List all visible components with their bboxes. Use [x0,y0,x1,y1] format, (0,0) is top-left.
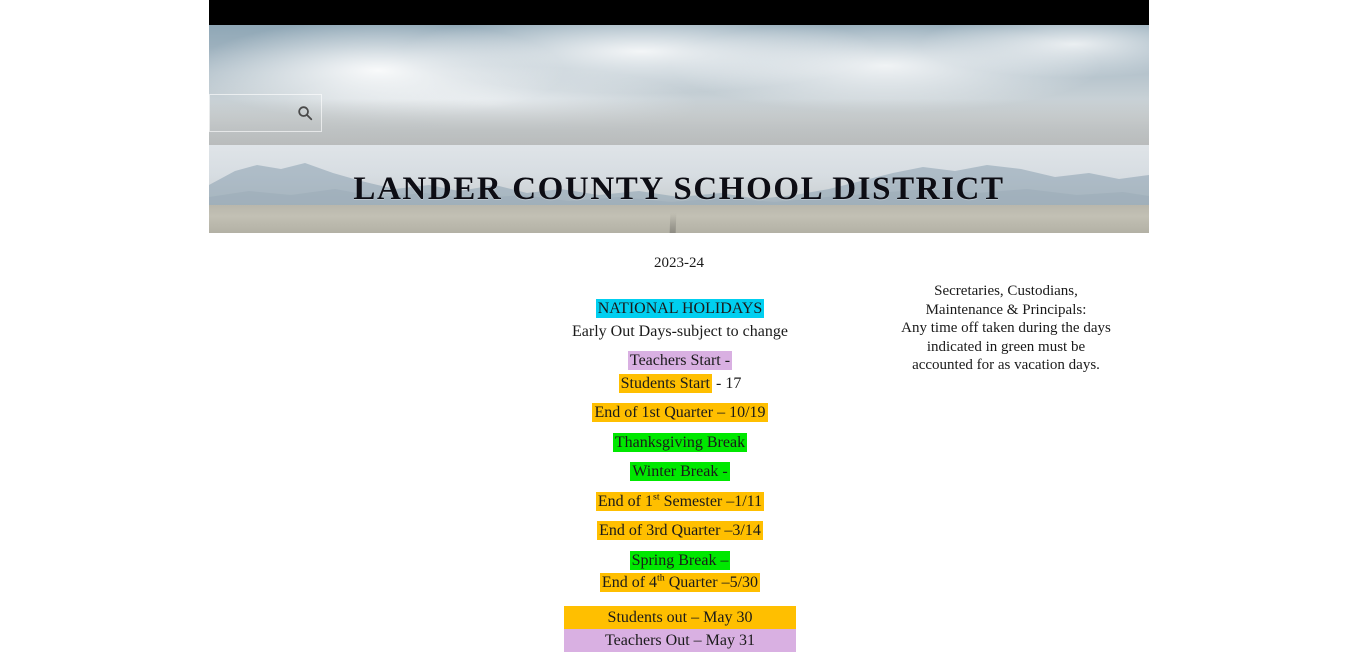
hero-title-band: LANDER COUNTY SCHOOL DISTRICT [209,145,1149,233]
legend-row-early-out-days: Early Out Days-subject to change [440,321,920,344]
national-holidays-label: NATIONAL HOLIDAYS [595,299,765,318]
students-start-count: - 17 [712,374,742,392]
students-out-bar: Students out – May 30 [564,605,796,629]
end-1st-semester-label: End of 1st Semester –1/11 [595,491,765,511]
legend-row-end-4th-quarter: End of 4th Quarter –5/30 [440,572,920,595]
end-1st-semester-pre: End of 1 [597,492,653,510]
end-1st-semester-superscript: st [653,491,660,503]
note-line-3: Any time off taken during the days [901,320,1111,336]
legend-row-end-3rd-quarter: End of 3rd Quarter –3/14 [440,520,920,543]
note-line-4: indicated in green must be [926,338,1086,355]
end-4th-quarter-post: Quarter –5/30 [664,574,759,591]
note-line-2: Maintenance & Principals: [925,301,1087,318]
search-icon[interactable] [297,105,313,121]
legend-row-national-holidays: NATIONAL HOLIDAYS [440,298,920,321]
thanksgiving-break-label: Thanksgiving Break [612,432,748,452]
teachers-start-label: Teachers Start - [627,351,733,370]
search-box[interactable] [209,94,322,132]
page-root: LANDER COUNTY SCHOOL DISTRICT 2023-24 NA… [0,0,1360,652]
sky-haze [209,99,1149,145]
legend-row-end-1st-quarter: End of 1st Quarter – 10/19 [440,402,920,425]
end-4th-quarter-pre: End of 4 [601,574,658,591]
spring-break-label: Spring Break – [629,550,731,570]
winter-break-label: Winter Break - [630,462,730,481]
hero-banner-sky [209,25,1149,145]
legend-row-students-start: Students Start - 17 [440,373,920,396]
legend-row-thanksgiving-break: Thanksgiving Break [440,432,920,455]
top-black-bar [209,0,1149,25]
note-line-5: accounted for as vacation days. [912,357,1100,373]
end-3rd-quarter-label: End of 3rd Quarter –3/14 [597,521,763,540]
site-container: LANDER COUNTY SCHOOL DISTRICT 2023-24 NA… [209,0,1149,652]
students-start-label: Students Start [618,373,712,393]
legend-row-winter-break: Winter Break - [440,461,920,484]
legend-row-teachers-start: Teachers Start - [440,350,920,373]
main-content: 2023-24 NATIONAL HOLIDAYS Early Out Days… [209,233,1149,652]
school-year-label: 2023-24 [654,255,704,271]
calendar-legend: NATIONAL HOLIDAYS Early Out Days-subject… [440,288,920,652]
end-4th-quarter-label: End of 4th Quarter –5/30 [599,572,761,592]
teachers-out-bar: Teachers Out – May 31 [564,628,796,652]
end-4th-quarter-superscript: th [657,572,665,584]
page-title: LANDER COUNTY SCHOOL DISTRICT [353,170,1005,207]
end-1st-quarter-label: End of 1st Quarter – 10/19 [592,403,768,422]
end-1st-semester-post: Semester –1/11 [659,492,763,510]
note-line-1: Secretaries, Custodians, [934,283,1078,299]
search-input[interactable] [210,95,298,131]
legend-row-spring-break: Spring Break – [440,550,920,573]
legend-row-end-1st-semester: End of 1st Semester –1/11 [440,491,920,514]
early-out-days-label: Early Out Days-subject to change [572,322,788,340]
staff-vacation-note: Secretaries, Custodians, Maintenance & P… [876,282,1136,375]
